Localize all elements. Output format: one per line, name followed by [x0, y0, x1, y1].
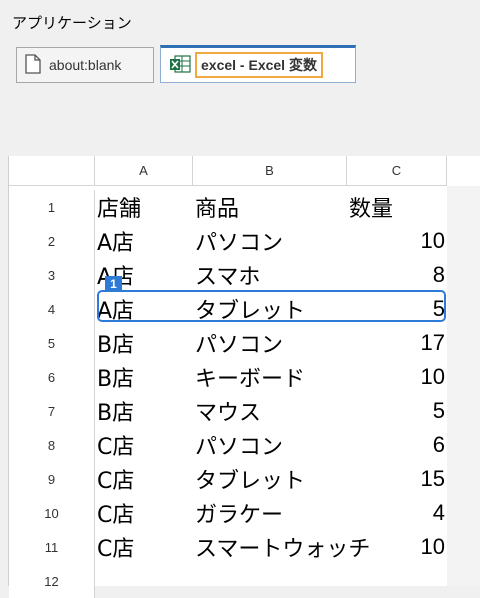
cell-store[interactable]: C店: [95, 496, 193, 530]
row-header[interactable]: 8: [9, 428, 95, 462]
excel-icon: [169, 54, 191, 77]
selection-badge: 1: [105, 276, 122, 292]
cell-store[interactable]: B店: [95, 360, 193, 394]
column-header-a[interactable]: A: [95, 156, 193, 186]
row-header[interactable]: 7: [9, 394, 95, 428]
select-all-corner[interactable]: [9, 156, 95, 186]
cell-quantity[interactable]: 10: [347, 530, 447, 564]
cell-store[interactable]: C店: [95, 530, 193, 564]
column-header-c[interactable]: C: [347, 156, 447, 186]
row-header[interactable]: 3: [9, 258, 95, 292]
cell-product[interactable]: キーボード: [193, 360, 347, 394]
title-bar: アプリケーション: [0, 0, 480, 41]
cell-product[interactable]: パソコン: [193, 224, 347, 258]
cell-quantity[interactable]: 6: [347, 428, 447, 462]
cell-product[interactable]: ガラケー: [193, 496, 347, 530]
cell-quantity[interactable]: 数量: [347, 190, 447, 224]
cell-quantity[interactable]: 4: [347, 496, 447, 530]
row-header[interactable]: 9: [9, 462, 95, 496]
tab-strip: about:blank excel - Excel 変数: [0, 40, 480, 89]
cell-store[interactable]: C店: [95, 462, 193, 496]
tab-about-blank[interactable]: about:blank: [16, 47, 154, 83]
cell-store[interactable]: [95, 564, 193, 598]
tab-label: about:blank: [49, 57, 122, 73]
tab-label: excel - Excel 変数: [195, 52, 323, 78]
empty-grid-area: [447, 186, 480, 586]
row-header[interactable]: 4: [9, 292, 95, 326]
cell-quantity[interactable]: 17: [347, 326, 447, 360]
cell-product[interactable]: [193, 564, 347, 598]
toolbar-area: [0, 88, 480, 154]
cell-store[interactable]: A店: [95, 224, 193, 258]
cell-quantity[interactable]: 10: [347, 360, 447, 394]
cell-quantity[interactable]: 8: [347, 258, 447, 292]
row-header[interactable]: 2: [9, 224, 95, 258]
row-header[interactable]: 10: [9, 496, 95, 530]
row-header[interactable]: 11: [9, 530, 95, 564]
cell-store[interactable]: C店: [95, 428, 193, 462]
tab-excel[interactable]: excel - Excel 変数: [160, 45, 356, 83]
cell-store[interactable]: B店: [95, 394, 193, 428]
spreadsheet-grid[interactable]: A B C 1店舗商品数量2A店パソコン103A店スマホ84A店タブレット55B…: [8, 156, 480, 598]
cell-product[interactable]: 商品: [193, 190, 347, 224]
cell-quantity[interactable]: [347, 564, 447, 598]
cell-quantity[interactable]: 15: [347, 462, 447, 496]
page-icon: [25, 53, 41, 77]
row-header[interactable]: 6: [9, 360, 95, 394]
cell-product[interactable]: パソコン: [193, 326, 347, 360]
cell-quantity[interactable]: 5: [347, 394, 447, 428]
cell-store[interactable]: B店: [95, 326, 193, 360]
cell-product[interactable]: パソコン: [193, 428, 347, 462]
app-title: アプリケーション: [12, 14, 132, 32]
cell-product[interactable]: スマートウォッチ: [193, 530, 370, 564]
row-selection-highlight: [97, 290, 446, 322]
cell-quantity[interactable]: 10: [347, 224, 447, 258]
row-header[interactable]: 5: [9, 326, 95, 360]
cell-product[interactable]: タブレット: [193, 462, 347, 496]
cell-product[interactable]: マウス: [193, 394, 347, 428]
column-header-b[interactable]: B: [193, 156, 347, 186]
row-header[interactable]: 12: [9, 564, 95, 598]
cell-product[interactable]: スマホ: [193, 258, 347, 292]
cell-store[interactable]: 店舗: [95, 190, 193, 224]
row-header[interactable]: 1: [9, 190, 95, 224]
